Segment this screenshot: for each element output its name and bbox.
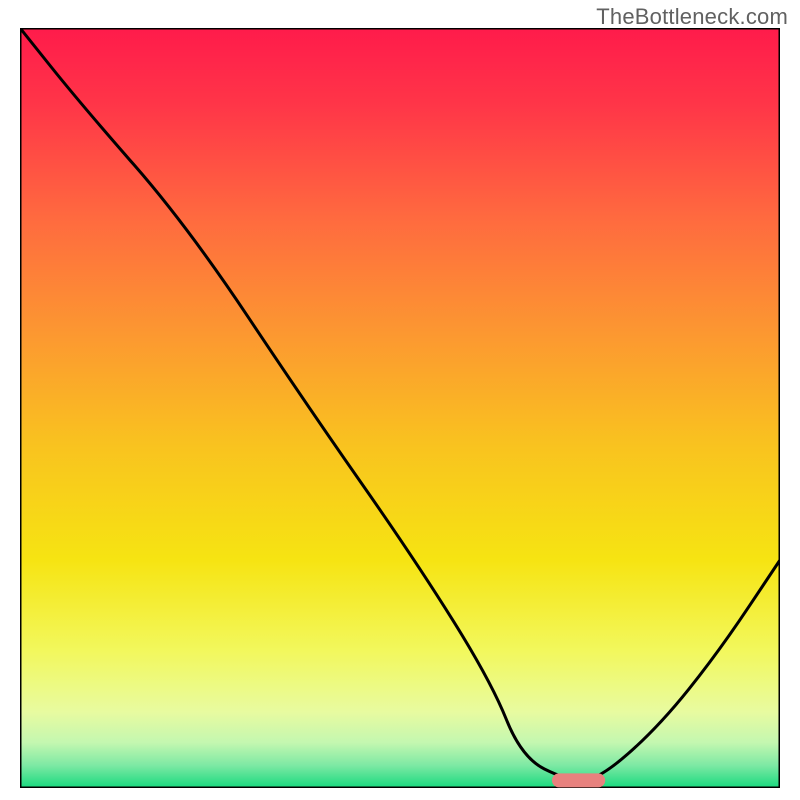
plot-area (20, 28, 780, 788)
bottleneck-chart (20, 28, 780, 788)
chart-container: TheBottleneck.com (0, 0, 800, 800)
gradient-background (20, 28, 780, 788)
optimal-marker (552, 773, 605, 787)
watermark-label: TheBottleneck.com (596, 4, 788, 30)
